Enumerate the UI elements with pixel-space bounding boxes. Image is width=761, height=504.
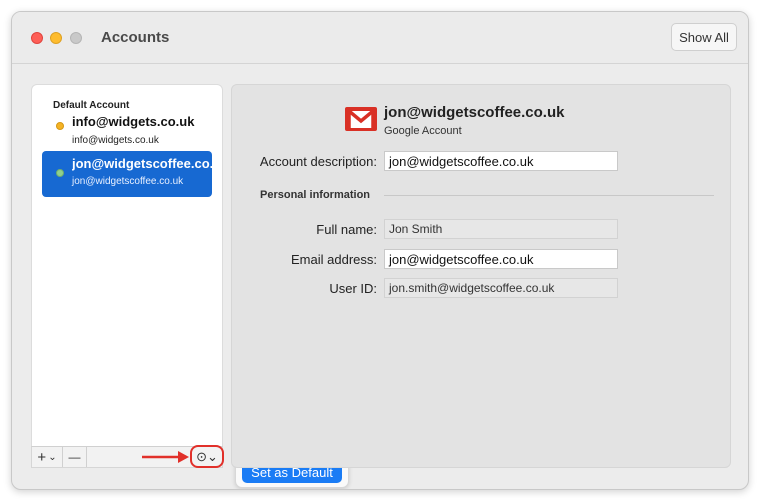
personal-information-heading: Personal information [260, 189, 371, 201]
close-window-button[interactable] [31, 32, 43, 44]
full-name-label: Full name: [316, 222, 377, 237]
add-account-button[interactable]: + ⌄ [32, 447, 63, 467]
email-address-label: Email address: [291, 252, 377, 267]
account-header-name: jon@widgetscoffee.co.uk [384, 104, 565, 121]
default-account-label: Default Account [53, 100, 130, 111]
red-arrow-annotation-icon [142, 451, 189, 463]
user-id-label: User ID: [329, 281, 377, 296]
account-name: jon@widgetscoffee.co.uk [72, 156, 212, 171]
account-detail-panel: jon@widgetscoffee.co.uk Google Account A… [231, 84, 731, 468]
accounts-sidebar: Default Account info@widgets.co.uk info@… [31, 84, 223, 468]
section-divider [384, 195, 714, 196]
show-all-button[interactable]: Show All [671, 23, 737, 51]
minus-icon: — [68, 450, 81, 464]
minimize-window-button[interactable] [50, 32, 62, 44]
user-id-field: jon.smith@widgetscoffee.co.uk [384, 278, 618, 298]
account-email: info@widgets.co.uk [72, 135, 159, 146]
account-description-field[interactable]: jon@widgetscoffee.co.uk [384, 151, 618, 171]
email-address-field[interactable]: jon@widgetscoffee.co.uk [384, 249, 618, 269]
remove-account-button[interactable]: — [63, 447, 87, 467]
gmail-icon [345, 107, 377, 131]
more-actions-button[interactable]: ⊙⌄ [190, 445, 224, 468]
status-dot-icon [56, 122, 64, 130]
account-description-label: Account description: [259, 154, 377, 169]
chevron-down-icon: ⌄ [48, 451, 57, 463]
account-name: info@widgets.co.uk [72, 114, 195, 129]
account-header-type: Google Account [384, 125, 462, 137]
zoom-window-button[interactable] [70, 32, 82, 44]
plus-icon: + [37, 448, 47, 466]
account-item-jon-selected[interactable]: jon@widgetscoffee.co.uk jon@widgetscoffe… [42, 151, 212, 197]
account-item-info[interactable]: info@widgets.co.uk info@widgets.co.uk [42, 113, 212, 149]
window-title: Accounts [101, 29, 170, 46]
ellipsis-circle-icon: ⊙⌄ [196, 448, 218, 464]
status-dot-icon [56, 169, 64, 177]
title-bar: Accounts Show All [12, 12, 748, 64]
accounts-window: Accounts Show All Default Account info@w… [11, 11, 749, 490]
account-email: jon@widgetscoffee.co.uk [72, 176, 184, 187]
full-name-field: Jon Smith [384, 219, 618, 239]
